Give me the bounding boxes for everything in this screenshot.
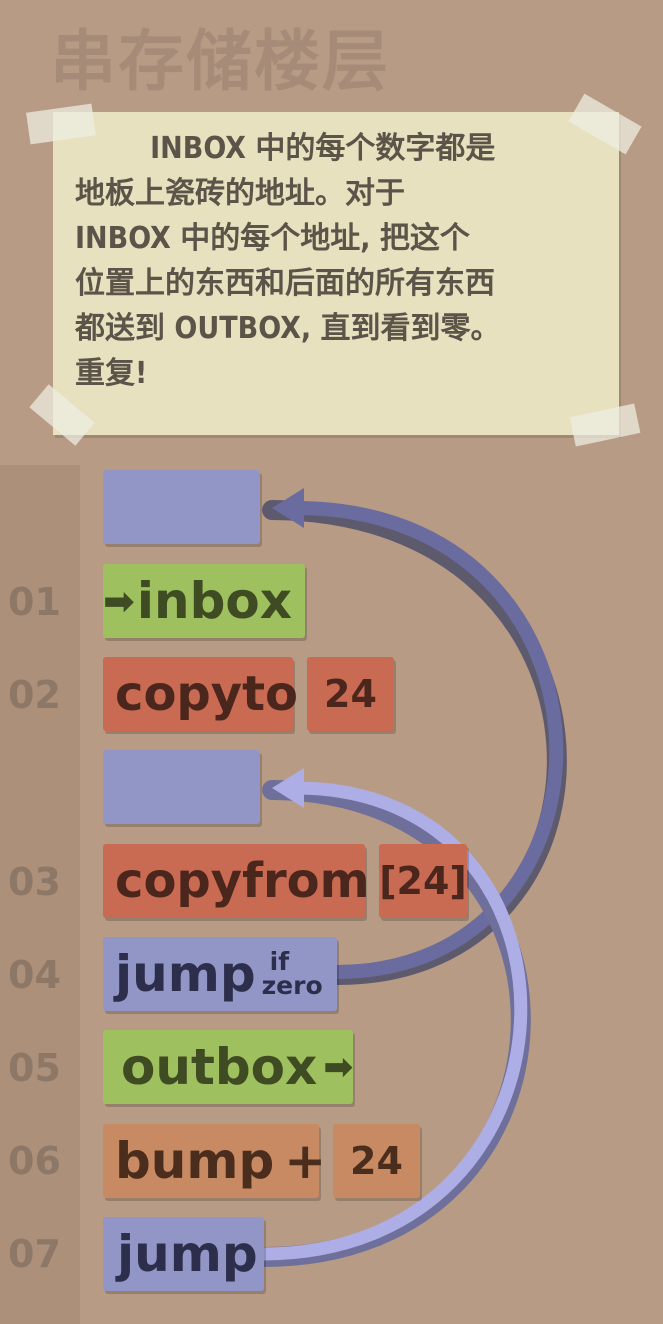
bump-plus-argument[interactable]: 24 — [333, 1124, 420, 1198]
outbox-command[interactable]: outbox ➡ — [103, 1030, 353, 1104]
zero-label: zero — [261, 971, 323, 1000]
inbox-arrow-icon: ➡ — [103, 579, 135, 623]
inbox-command[interactable]: ➡ inbox — [103, 564, 305, 638]
jump-arrowhead — [272, 768, 304, 808]
copyto-argument[interactable]: 24 — [307, 657, 394, 731]
jump-target-label[interactable] — [103, 750, 260, 824]
outbox-arrow-icon: ➡ — [323, 1046, 354, 1088]
copyfrom-argument[interactable]: [24] — [379, 844, 467, 918]
bump-plus-command[interactable]: bump + — [103, 1124, 326, 1198]
copyfrom-command[interactable]: copyfrom — [103, 844, 370, 918]
jump-if-zero-command[interactable]: jump if zero — [103, 937, 337, 1011]
copyto-command[interactable]: copyto — [103, 657, 298, 731]
jump-if-zero-arrowhead — [272, 488, 304, 528]
jump-command[interactable]: jump — [103, 1217, 264, 1291]
jump-if-zero-target-label[interactable] — [103, 470, 260, 544]
